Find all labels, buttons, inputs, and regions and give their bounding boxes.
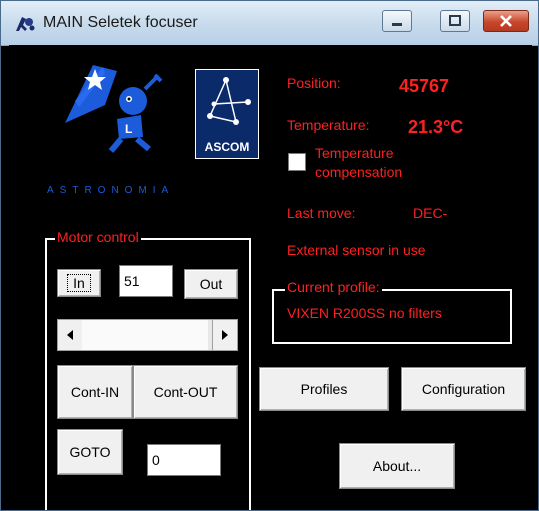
scroll-right-button[interactable] [212,320,237,350]
temp-comp-label-line1: Temperature [315,145,394,161]
temperature-label: Temperature: [287,117,370,133]
position-value: 45767 [399,76,450,96]
configuration-button[interactable]: Configuration [401,367,526,411]
temp-comp-checkbox[interactable] [288,153,306,171]
temperature-value: 21.3°C [408,117,464,137]
close-button[interactable] [483,10,529,32]
last-move-label: Last move: [287,205,356,221]
ascom-star-icon [207,77,251,125]
last-move-value: DEC- [413,205,448,221]
astronomia-logo-icon: L [65,65,163,153]
out-button[interactable]: Out [184,269,238,299]
step-input[interactable] [119,265,173,297]
current-profile-title: Current profile: [285,279,382,295]
chevron-left-icon [67,330,73,340]
minimize-button[interactable] [382,10,412,32]
current-profile-name: VIXEN R200SS no filters [287,305,442,321]
cont-in-button[interactable]: Cont-IN [57,365,133,419]
position-label: Position: [287,75,341,91]
app-window: MAIN Seletek focuser L ASTRONOMIA ASCOM … [0,0,539,511]
in-button[interactable]: In [57,269,101,297]
app-icon [16,17,35,31]
maximize-button[interactable] [440,10,470,32]
astronomia-text: ASTRONOMIA [47,185,175,196]
external-sensor-status: External sensor in use [287,242,426,258]
in-button-label: In [67,274,91,292]
cont-out-button[interactable]: Cont-OUT [133,365,238,419]
window-title: MAIN Seletek focuser [43,14,198,31]
goto-button[interactable]: GOTO [57,429,123,475]
motor-control-title: Motor control [55,229,141,245]
ascom-logo: ASCOM [195,69,259,159]
maximize-icon [449,15,461,26]
ascom-text: ASCOM [204,140,250,154]
chevron-right-icon [222,330,228,340]
scroll-thumb[interactable] [82,320,208,350]
temp-comp-label-line2: compensation [315,164,403,180]
scroll-left-button[interactable] [58,320,83,350]
position-scrollbar[interactable] [57,319,238,351]
profiles-button[interactable]: Profiles [259,367,389,411]
goto-input[interactable] [147,444,221,476]
svg-text:L: L [125,122,132,136]
about-button[interactable]: About... [339,443,455,489]
title-bar[interactable]: MAIN Seletek focuser [1,1,538,46]
client-area: L ASTRONOMIA ASCOM Position: 45767 Tempe… [9,45,532,510]
close-icon [500,15,512,27]
minimize-icon [392,23,402,26]
